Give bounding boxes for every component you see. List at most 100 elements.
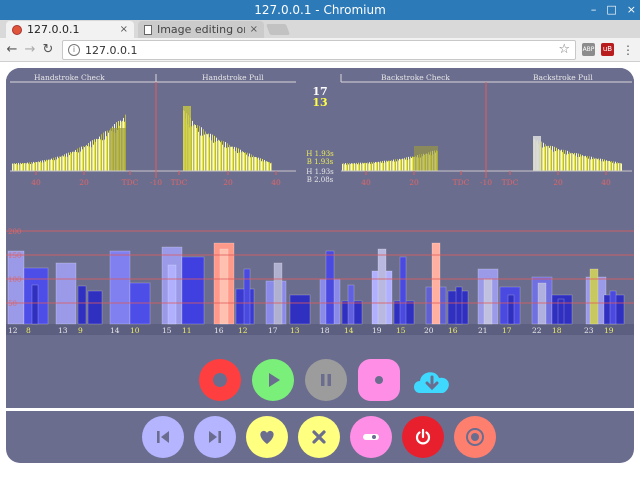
trace-sample xyxy=(48,159,49,171)
trace-sample xyxy=(108,132,109,171)
trace-sample xyxy=(203,129,204,171)
play-button[interactable] xyxy=(252,359,294,401)
url-text[interactable]: 127.0.0.1 xyxy=(85,44,137,57)
favourite-button[interactable] xyxy=(246,416,288,458)
trace-sample xyxy=(398,160,399,171)
trace-sample xyxy=(564,153,565,171)
clear-button[interactable] xyxy=(298,416,340,458)
trace-sample xyxy=(256,157,257,171)
trace-sample xyxy=(38,161,39,171)
trace-sample xyxy=(389,160,390,171)
trace-sample xyxy=(199,125,200,171)
address-bar[interactable]: i 127.0.0.1 ☆ xyxy=(62,40,576,60)
trace-sample xyxy=(52,159,53,171)
trace-sample xyxy=(260,158,261,171)
bell-number-label: 13 xyxy=(58,326,68,335)
menu-icon[interactable]: ⋮ xyxy=(620,41,636,59)
trace-sample xyxy=(608,161,609,171)
info-icon[interactable]: i xyxy=(68,44,80,56)
trace-sample xyxy=(41,162,42,171)
toggle-button[interactable] xyxy=(350,416,392,458)
trace-sample xyxy=(619,162,620,171)
trace-sample xyxy=(42,160,43,171)
trace-sample xyxy=(201,127,202,171)
trace-sample xyxy=(243,152,244,171)
trace-sample xyxy=(399,158,400,171)
trace-sample xyxy=(591,156,592,171)
trace-sample xyxy=(29,162,30,171)
trace-sample xyxy=(578,153,579,171)
forward-arrow-icon[interactable]: → xyxy=(22,41,38,59)
trace-sample xyxy=(213,142,214,171)
trace-sample xyxy=(566,154,567,171)
extension-ublock-icon[interactable]: uB xyxy=(601,43,614,56)
trace-sample xyxy=(109,130,110,171)
maximize-icon[interactable]: □ xyxy=(606,0,616,20)
tab-inactive[interactable]: Image editing on y × xyxy=(138,21,264,38)
trace-sample xyxy=(196,127,197,171)
trace-sample xyxy=(106,136,107,171)
download-button[interactable] xyxy=(411,359,453,401)
trace-sample xyxy=(610,161,611,171)
trace-sample xyxy=(568,153,569,171)
trace-sample xyxy=(342,163,343,171)
power-button[interactable] xyxy=(402,416,444,458)
trace-sample xyxy=(359,164,360,171)
trace-sample xyxy=(209,137,210,171)
pause-icon xyxy=(314,368,338,392)
trace-sample xyxy=(380,161,381,171)
pause-button[interactable] xyxy=(305,359,347,401)
trace-sample xyxy=(593,157,594,171)
minimize-icon[interactable]: – xyxy=(591,0,597,20)
trace-sample xyxy=(231,146,232,171)
trace-sample xyxy=(51,158,52,171)
trace-sample xyxy=(594,158,595,171)
trace-sample xyxy=(39,162,40,171)
rope-bar xyxy=(55,262,77,325)
bookmark-star-icon[interactable]: ☆ xyxy=(558,42,570,57)
trace-sample xyxy=(346,164,347,171)
new-tab-button[interactable] xyxy=(265,24,291,35)
skip-back-button[interactable] xyxy=(142,416,184,458)
window-close-icon[interactable]: × xyxy=(627,0,636,20)
trace-sample xyxy=(361,163,362,171)
trace-sample xyxy=(353,163,354,171)
trace-sample xyxy=(235,150,236,171)
trace-sample xyxy=(58,158,59,171)
tab-active[interactable]: 127.0.0.1 × xyxy=(6,21,134,38)
trace-sample xyxy=(356,162,357,171)
favicon-icon xyxy=(12,24,22,35)
extension-abp-icon[interactable]: ABP xyxy=(582,43,595,56)
back-arrow-icon[interactable]: ← xyxy=(4,41,20,59)
trace-sample xyxy=(57,156,58,171)
trace-sample xyxy=(15,164,16,171)
trace-sample xyxy=(555,151,556,171)
trace-sample xyxy=(103,132,104,171)
skip-forward-button[interactable] xyxy=(194,416,236,458)
trace-sample xyxy=(375,161,376,171)
trace-sample xyxy=(76,152,77,171)
trace-sample xyxy=(93,144,94,171)
timing-white-h: H 1.93s xyxy=(306,168,334,176)
trace-sample xyxy=(388,160,389,171)
close-icon[interactable]: × xyxy=(250,24,258,35)
trace-sample xyxy=(369,162,370,171)
trace-sample xyxy=(392,161,393,171)
trace-sample xyxy=(99,136,100,171)
tab-title: 127.0.0.1 xyxy=(27,23,80,36)
trace-sample xyxy=(561,149,562,171)
level-label: 200 xyxy=(8,228,21,236)
trace-sample xyxy=(248,156,249,171)
help-button[interactable] xyxy=(454,416,496,458)
trace-sample xyxy=(364,162,365,171)
settings-button[interactable] xyxy=(358,359,400,401)
reload-icon[interactable]: ↻ xyxy=(40,41,56,59)
trace-sample xyxy=(94,139,95,171)
trace-sample xyxy=(367,162,368,171)
trace-sample xyxy=(241,152,242,171)
trace-sample xyxy=(607,160,608,171)
close-icon[interactable]: × xyxy=(120,24,128,35)
skip-forward-icon xyxy=(203,425,227,449)
record-button[interactable] xyxy=(199,359,241,401)
header-handstroke-pull: Handstroke Pull xyxy=(202,73,264,82)
